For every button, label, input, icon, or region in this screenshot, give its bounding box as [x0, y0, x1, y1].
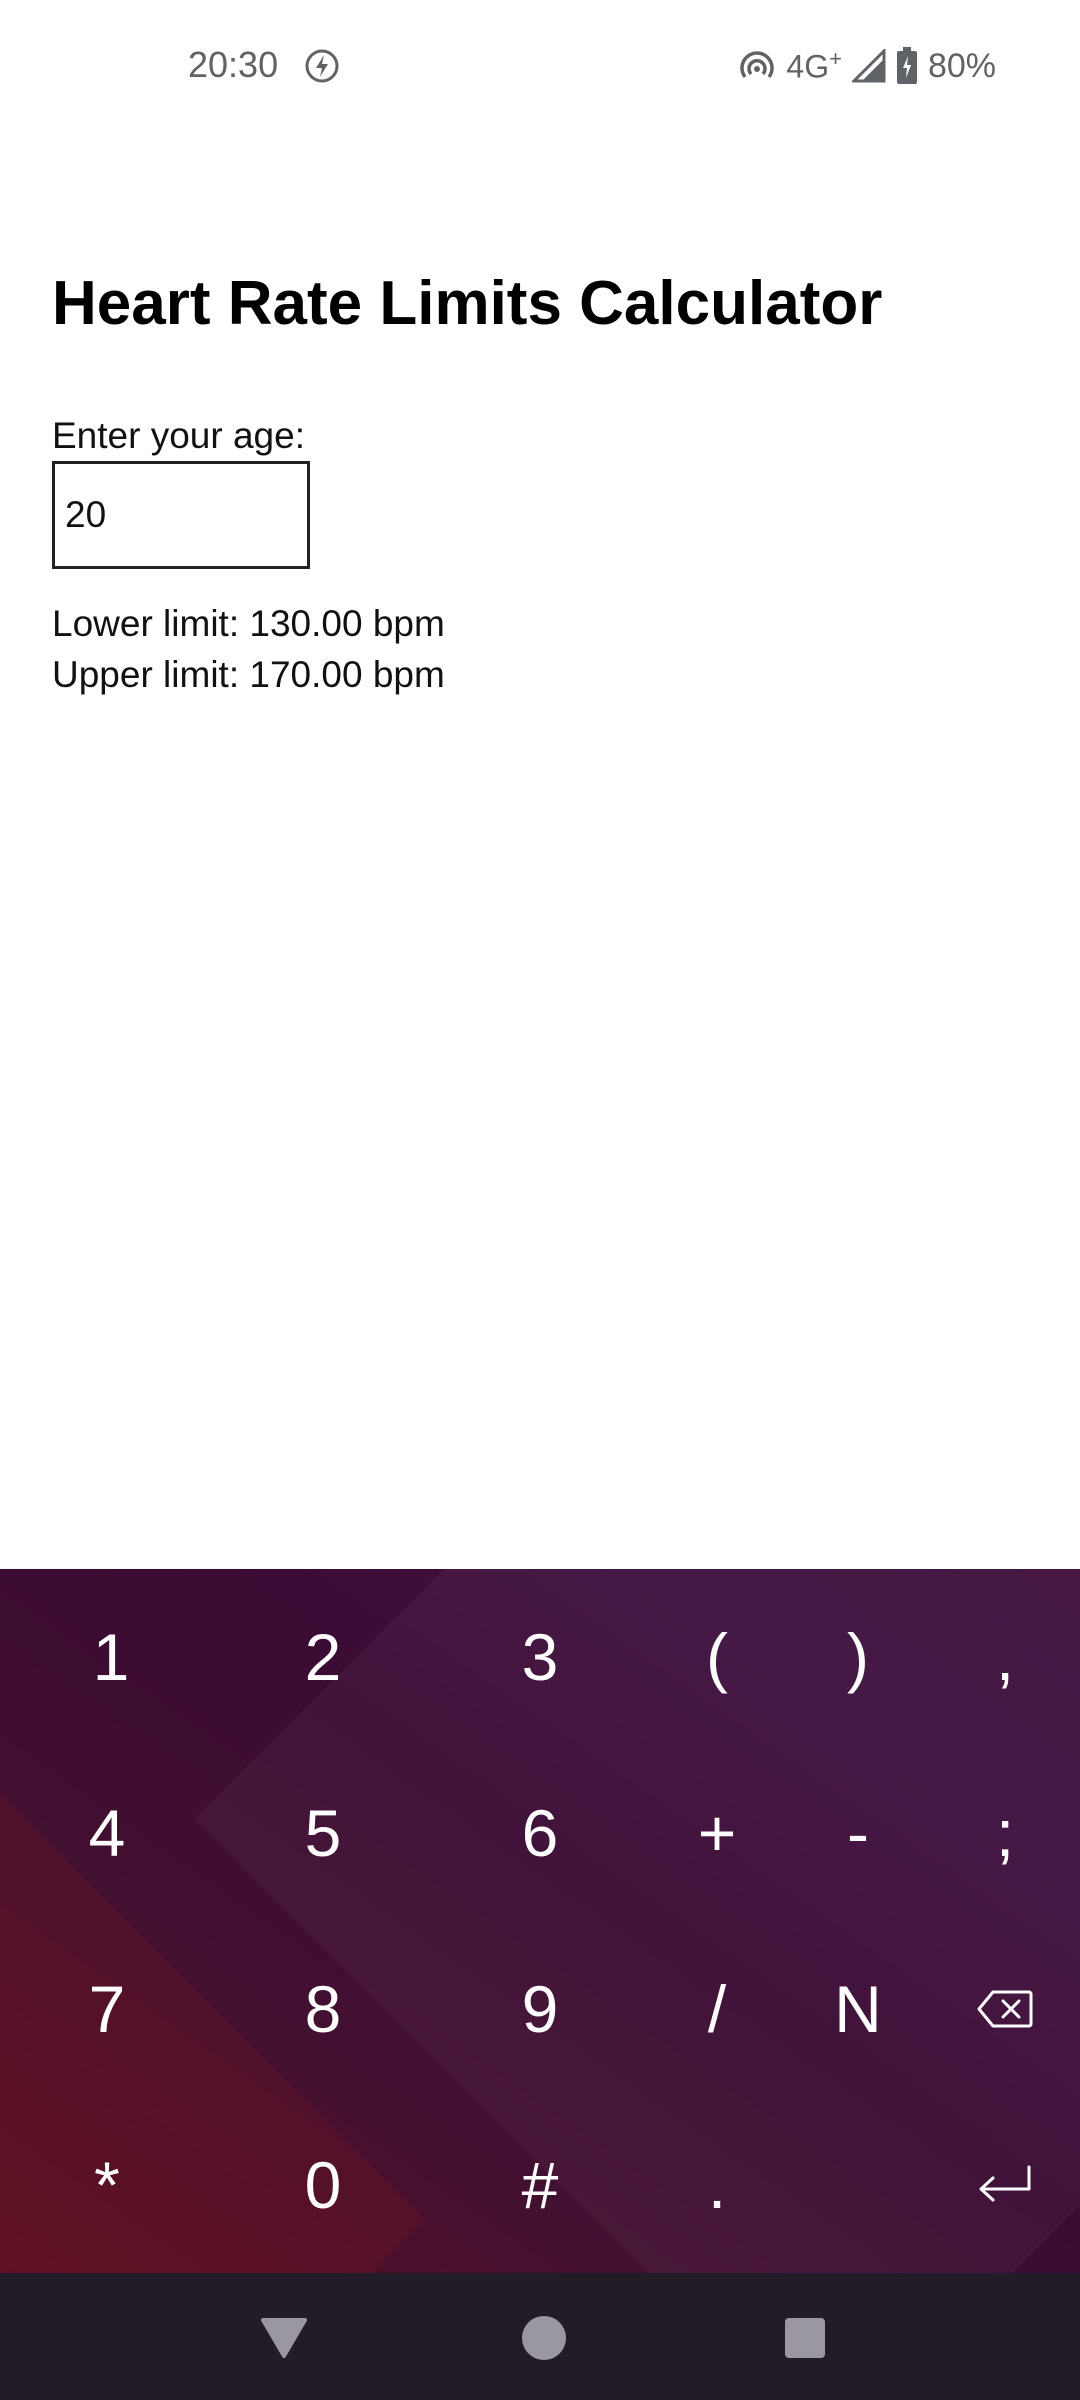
age-label: Enter your age: — [52, 415, 305, 456]
key-close-paren[interactable]: ) — [773, 1569, 943, 1745]
key-0[interactable]: 0 — [238, 2097, 408, 2273]
key-6[interactable]: 6 — [455, 1745, 625, 1921]
age-input[interactable] — [52, 461, 310, 569]
status-icons: 4G+ 80% — [738, 44, 996, 88]
navigation-bar — [0, 2273, 1080, 2400]
status-time: 20:30 — [188, 44, 279, 85]
key-2[interactable]: 2 — [238, 1569, 408, 1745]
key-n[interactable]: N — [773, 1921, 943, 2097]
charging-icon — [304, 48, 340, 84]
key-minus[interactable]: - — [773, 1745, 943, 1921]
hotspot-icon — [738, 47, 776, 85]
recents-icon[interactable] — [770, 2303, 840, 2373]
backspace-icon[interactable] — [920, 1921, 1080, 2097]
key-9[interactable]: 9 — [455, 1921, 625, 2097]
home-icon[interactable] — [509, 2303, 579, 2373]
key-8[interactable]: 8 — [238, 1921, 408, 2097]
network-type: 4G+ — [786, 46, 842, 85]
numeric-keyboard: 1 2 3 ( ) , 4 5 6 + - ; 7 8 9 / N * 0 # … — [0, 1569, 1080, 2273]
page-title: Heart Rate Limits Calculator — [52, 269, 883, 338]
key-3[interactable]: 3 — [455, 1569, 625, 1745]
screen: 20:30 4G+ 80% Heart Rate Limits Calculat… — [0, 0, 1080, 2400]
key-comma[interactable]: , — [920, 1569, 1080, 1745]
key-semicolon[interactable]: ; — [920, 1745, 1080, 1921]
upper-limit-text: Upper limit: 170.00 bpm — [52, 654, 445, 695]
key-1[interactable]: 1 — [26, 1569, 196, 1745]
battery-icon — [896, 47, 918, 85]
enter-icon[interactable] — [920, 2097, 1080, 2273]
key-4[interactable]: 4 — [22, 1745, 192, 1921]
key-7[interactable]: 7 — [22, 1921, 192, 2097]
key-period[interactable]: . — [632, 2097, 802, 2273]
key-5[interactable]: 5 — [238, 1745, 408, 1921]
network-plus: + — [829, 46, 842, 72]
key-hash[interactable]: # — [455, 2097, 625, 2273]
signal-icon — [851, 49, 886, 83]
status-bar: 20:30 4G+ 80% — [0, 0, 1080, 135]
back-icon[interactable] — [249, 2303, 319, 2373]
lower-limit-text: Lower limit: 130.00 bpm — [52, 603, 445, 644]
battery-percentage: 80% — [927, 46, 996, 85]
key-asterisk[interactable]: * — [22, 2097, 192, 2273]
